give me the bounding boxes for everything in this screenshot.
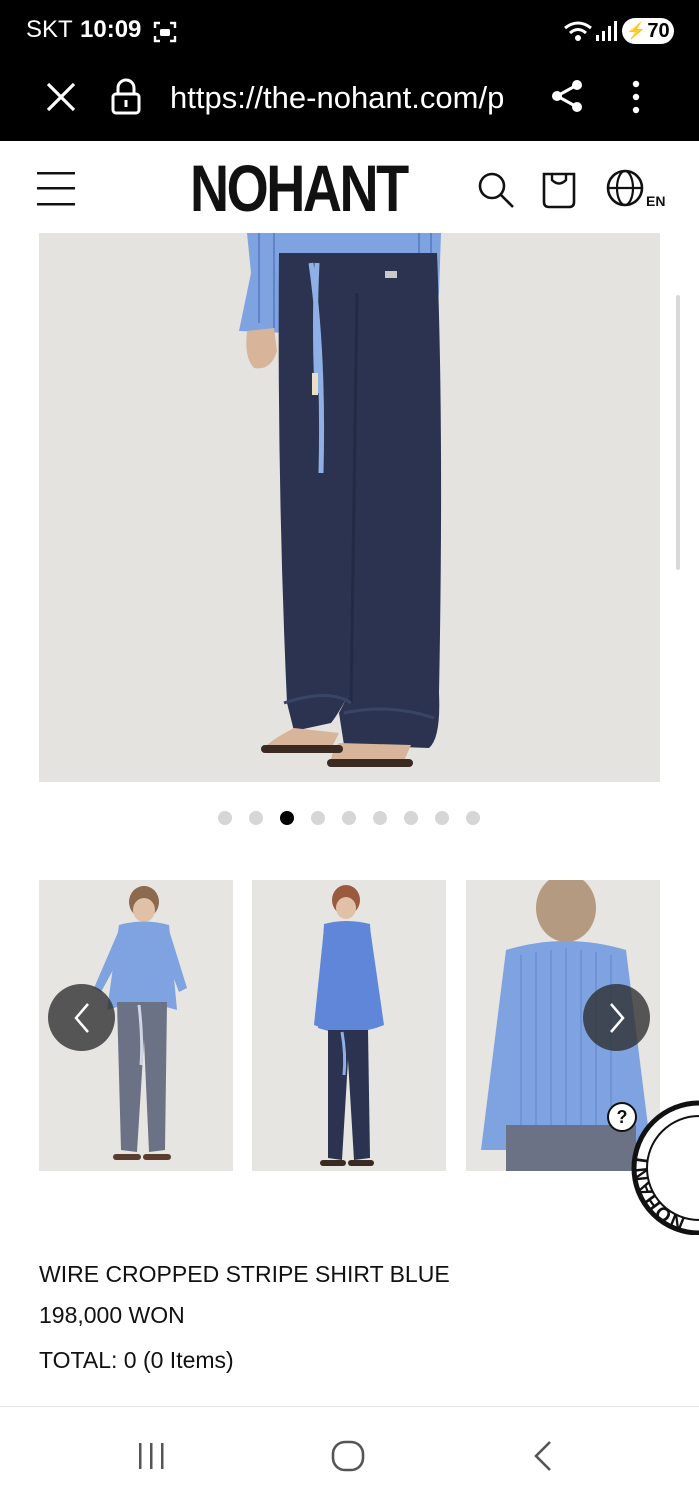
clock: 10:09 <box>80 16 142 43</box>
pagination-dot[interactable] <box>435 811 449 825</box>
product-total: TOTAL: 0 (0 Items) <box>39 1347 234 1373</box>
lock-icon[interactable] <box>110 78 142 116</box>
carrier-label: SKT <box>26 16 73 43</box>
pagination-dot[interactable] <box>218 811 232 825</box>
screenshot-icon <box>153 21 177 43</box>
help-icon[interactable]: ? <box>607 1102 637 1132</box>
share-icon[interactable] <box>550 78 584 114</box>
site-logo[interactable]: NOHANT <box>190 150 409 230</box>
chevron-right-icon <box>609 1002 625 1033</box>
recent-apps-icon[interactable] <box>136 1440 168 1472</box>
next-thumbnail-button[interactable] <box>583 984 650 1051</box>
signal-icon <box>596 21 617 41</box>
thumbnail-figure <box>252 880 446 1171</box>
wifi-icon <box>564 21 592 41</box>
pagination-dot[interactable] <box>249 811 263 825</box>
pagination-dot-active[interactable] <box>280 811 294 825</box>
globe-icon[interactable] <box>605 168 645 208</box>
scroll-indicator <box>676 295 680 570</box>
pagination-dot[interactable] <box>342 811 356 825</box>
back-icon[interactable] <box>530 1440 558 1472</box>
main-product-image[interactable] <box>39 233 660 782</box>
menu-icon[interactable] <box>37 170 75 208</box>
home-icon[interactable] <box>330 1440 366 1472</box>
pagination-dot[interactable] <box>373 811 387 825</box>
close-icon[interactable] <box>44 80 78 114</box>
prev-thumbnail-button[interactable] <box>48 984 115 1051</box>
pagination-dot[interactable] <box>404 811 418 825</box>
battery-indicator: ⚡ 70 <box>622 18 674 44</box>
pagination-dot[interactable] <box>466 811 480 825</box>
thumbnail-2[interactable] <box>252 880 446 1171</box>
language-label[interactable]: EN <box>646 193 665 209</box>
pagination-dot[interactable] <box>311 811 325 825</box>
search-icon[interactable] <box>476 170 516 210</box>
product-name: WIRE CROPPED STRIPE SHIRT BLUE <box>39 1261 450 1287</box>
chevron-left-icon <box>73 1002 89 1033</box>
product-price: 198,000 WON <box>39 1302 185 1328</box>
more-vert-icon[interactable] <box>628 78 644 116</box>
main-product-figure <box>39 233 660 782</box>
battery-level: 70 <box>647 19 670 42</box>
charging-icon: ⚡ <box>626 23 647 40</box>
url-field[interactable]: https://the-nohant.com/p <box>170 80 522 120</box>
cart-icon[interactable] <box>540 168 578 210</box>
